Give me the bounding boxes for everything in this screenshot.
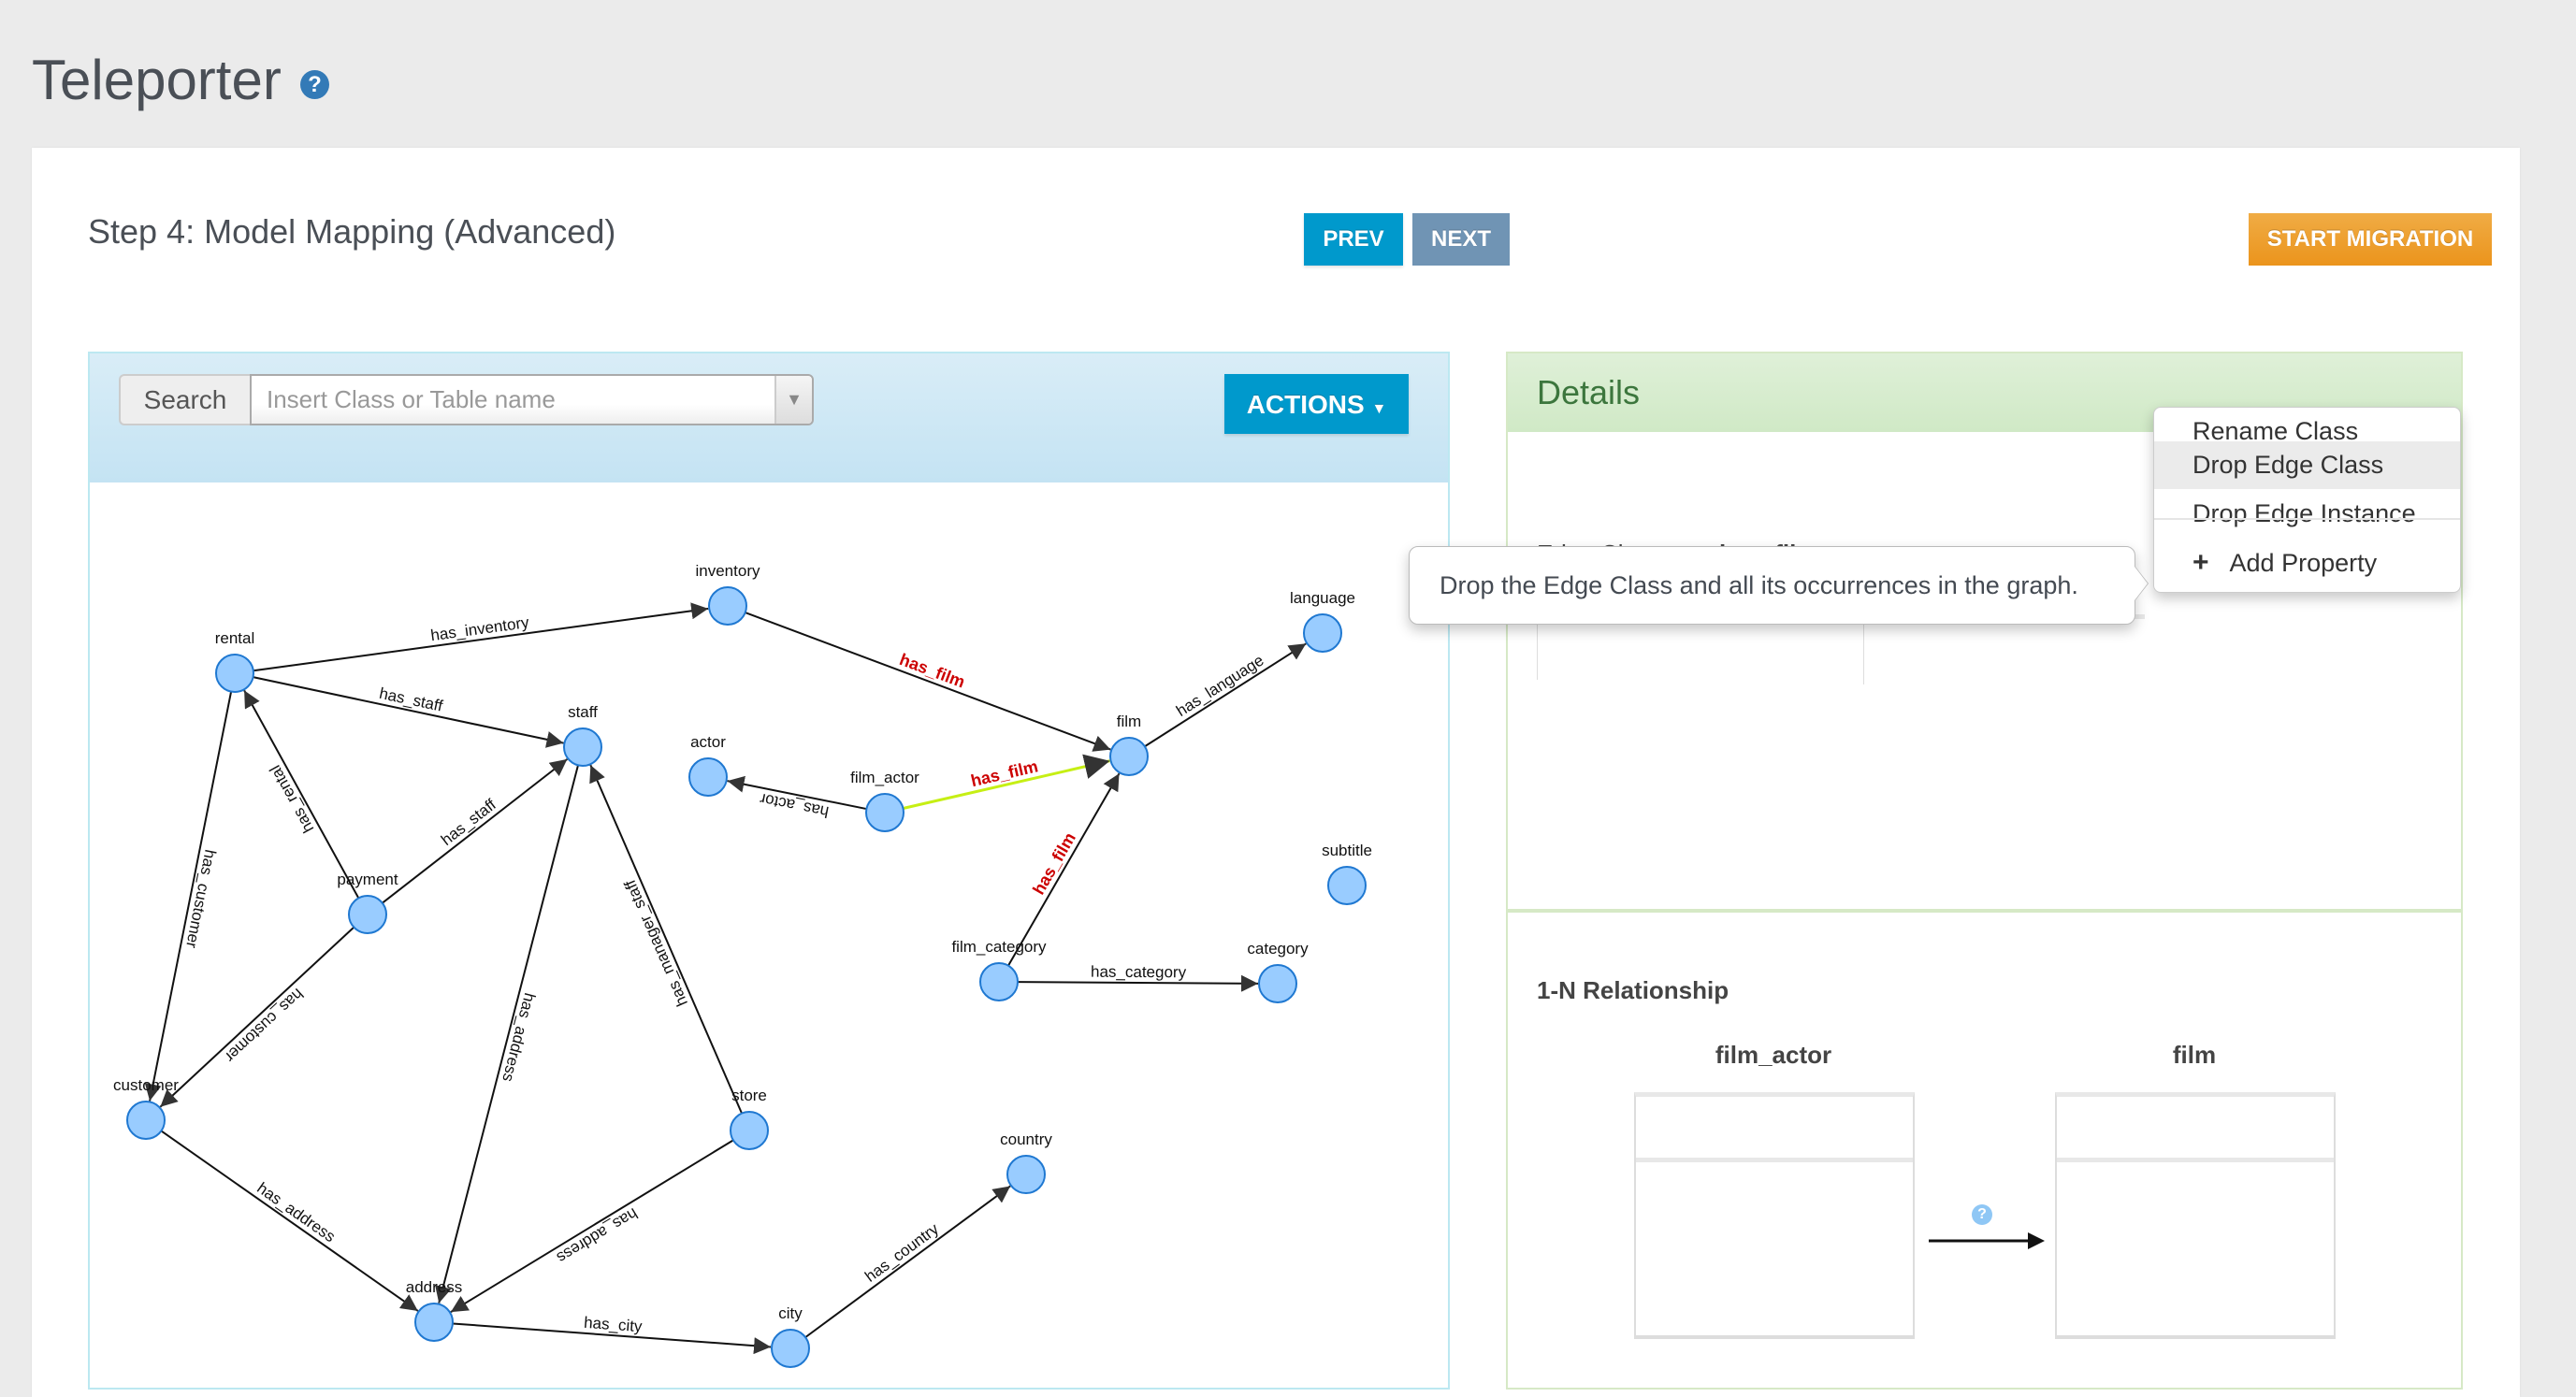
start-migration-button[interactable]: START MIGRATION <box>2249 213 2492 266</box>
graph-edge-payment-customer[interactable] <box>160 928 354 1107</box>
menu-item-add-property[interactable]: + Add Property <box>2154 539 2460 586</box>
graph-node-film_actor[interactable] <box>866 794 904 831</box>
graph-node-label: actor <box>690 733 726 751</box>
relationship-left-class: film_actor <box>1715 1041 1832 1069</box>
graph-node-label: store <box>731 1087 767 1104</box>
graph-node-label: country <box>1000 1131 1052 1148</box>
graph-edge-inventory-film[interactable] <box>745 612 1111 750</box>
drop-edge-class-tooltip: Drop the Edge Class and all its occurren… <box>1409 546 2135 625</box>
graph-panel: Search ▼ ACTIONS ▼ has_inventoryhas_staf… <box>88 352 1450 1390</box>
graph-node-label: city <box>778 1304 803 1322</box>
graph-edge-label[interactable]: has_manager_staff <box>621 877 691 1009</box>
graph-node-customer[interactable] <box>127 1102 165 1139</box>
graph-edge-film_category-film[interactable] <box>1008 773 1120 965</box>
graph-edge-label[interactable]: has_language <box>1173 652 1266 720</box>
menu-item-drop-edge-instance[interactable]: Drop Edge Instance <box>2154 490 2460 538</box>
graph-node-city[interactable] <box>772 1330 809 1367</box>
menu-item-label: Drop Edge Class <box>2192 451 2384 479</box>
tooltip-arrow <box>2135 567 2148 600</box>
relationship-right-box <box>2055 1092 2336 1339</box>
actions-button[interactable]: ACTIONS ▼ <box>1224 374 1409 434</box>
caret-down-icon: ▼ <box>786 390 803 409</box>
graph-node-label: category <box>1247 940 1309 958</box>
app-title: Teleporter <box>32 49 282 111</box>
graph-node-film_category[interactable] <box>980 963 1018 1001</box>
graph-node-label: address <box>406 1278 462 1296</box>
graph-node-staff[interactable] <box>564 728 601 766</box>
graph-node-rental[interactable] <box>216 655 253 692</box>
graph-node-label: payment <box>337 871 398 888</box>
relationship-box-divider <box>2057 1158 2334 1162</box>
graph-edge-label[interactable]: has_address <box>554 1204 641 1267</box>
graph-node-payment[interactable] <box>349 896 386 933</box>
step-title: Step 4: Model Mapping (Advanced) <box>88 212 616 251</box>
edit-class-menu: Rename Class Drop Edge Class Drop Edge I… <box>2153 407 2461 593</box>
menu-item-drop-edge-class[interactable]: Drop Edge Class <box>2154 441 2460 489</box>
graph-edge-label[interactable]: has_address <box>253 1179 339 1246</box>
graph-edge-rental-staff[interactable] <box>253 677 564 742</box>
graph-edge-label[interactable]: has_film <box>897 650 967 691</box>
graph-edge-store-staff[interactable] <box>590 765 742 1113</box>
table-column-divider <box>1863 619 1864 684</box>
graph-edge-label[interactable]: has_country <box>861 1219 942 1286</box>
relationship-title: 1-N Relationship <box>1537 976 1729 1004</box>
graph-edge-label[interactable]: has_customer <box>221 985 306 1066</box>
graph-edge-film-language[interactable] <box>1145 643 1306 746</box>
menu-item-label: Drop Edge Instance <box>2192 499 2416 527</box>
graph-node-inventory[interactable] <box>709 587 746 625</box>
graph-node-label: staff <box>568 703 598 721</box>
graph-edge-rental-customer[interactable] <box>150 692 231 1102</box>
graph-node-category[interactable] <box>1259 965 1296 1002</box>
menu-item-label: Add Property <box>2229 549 2378 577</box>
menu-divider <box>2154 518 2460 520</box>
search-label: Search <box>119 374 250 425</box>
graph-node-label: film <box>1117 713 1141 730</box>
relationship-box-divider <box>1636 1158 1913 1162</box>
graph-edge-film_category-category[interactable] <box>1018 982 1258 984</box>
graph-edge-payment-staff[interactable] <box>383 759 568 903</box>
graph-node-label: rental <box>215 629 255 647</box>
graph-edge-store-address[interactable] <box>451 1140 733 1312</box>
graph-edge-rental-inventory[interactable] <box>253 609 708 670</box>
graph-edge-label[interactable]: has_staff <box>438 796 499 849</box>
prev-button[interactable]: PREV <box>1304 213 1403 266</box>
graph-node-address[interactable] <box>415 1303 453 1341</box>
help-icon[interactable]: ? <box>300 70 329 99</box>
graph-edge-city-country[interactable] <box>805 1186 1010 1337</box>
graph-node-label: language <box>1290 589 1355 607</box>
relationship-right-class: film <box>2172 1041 2217 1069</box>
graph-edge-label[interactable]: has_city <box>584 1314 644 1336</box>
relationship-arrow-icon <box>1929 1232 2045 1249</box>
actions-label: ACTIONS <box>1246 390 1365 419</box>
search-dropdown-toggle[interactable]: ▼ <box>774 376 812 424</box>
graph-edge-label[interactable]: has_category <box>1091 963 1187 982</box>
graph-edge-payment-rental[interactable] <box>244 690 358 898</box>
graph-node-language[interactable] <box>1304 614 1341 652</box>
graph-node-label: customer <box>113 1076 179 1094</box>
graph-node-label: subtitle <box>1322 842 1372 859</box>
section-divider <box>1508 909 2461 913</box>
graph-edge-label[interactable]: has_customer <box>182 848 220 950</box>
caret-down-icon: ▼ <box>1371 401 1387 417</box>
graph-edge-customer-address[interactable] <box>161 1131 417 1310</box>
graph-edge-label[interactable]: has_address <box>499 991 539 1084</box>
graph-node-subtitle[interactable] <box>1328 867 1366 904</box>
graph-panel-header: Search ▼ ACTIONS ▼ <box>90 353 1448 482</box>
graph-node-label: inventory <box>696 562 760 580</box>
relationship-help-icon[interactable]: ? <box>1972 1204 1992 1225</box>
graph-node-actor[interactable] <box>689 758 727 796</box>
graph-node-store[interactable] <box>731 1112 768 1149</box>
search-input[interactable] <box>250 374 814 425</box>
next-button[interactable]: NEXT <box>1412 213 1510 266</box>
graph-node-film[interactable] <box>1110 738 1148 775</box>
relationship-left-box <box>1634 1092 1915 1339</box>
graph-edge-label[interactable]: has_rental <box>266 762 317 836</box>
graph-node-label: film_actor <box>850 769 919 786</box>
graph-node-label: film_category <box>951 938 1047 956</box>
plus-icon: + <box>2192 547 2209 578</box>
graph-edge-staff-address[interactable] <box>439 765 578 1303</box>
graph-node-country[interactable] <box>1007 1156 1045 1193</box>
